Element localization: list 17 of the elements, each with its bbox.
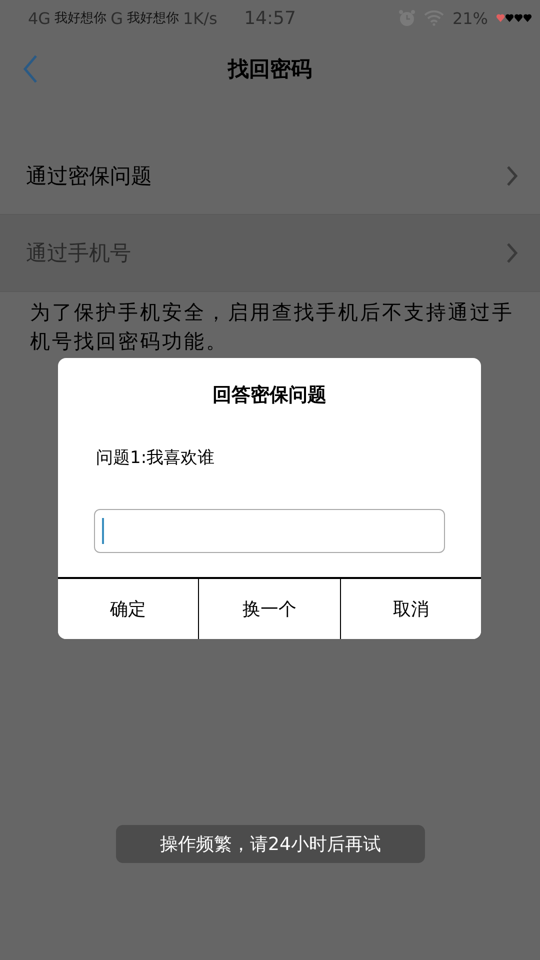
chevron-icon [506, 242, 518, 264]
notice-text: 为了保护手机安全，启用查找手机后不支持通过手机号找回密码功能。 [30, 299, 515, 355]
dialog-title: 回答密保问题 [212, 383, 328, 408]
notification-text: 我好想你 [126, 10, 179, 27]
answer-field[interactable] [94, 509, 445, 553]
page-title: 找回密码 [228, 56, 312, 83]
battery-text: 21% [452, 8, 488, 28]
status-text: 1K/s [182, 8, 218, 28]
notification-text: 我好想你 [54, 10, 107, 27]
question-text: 问题1:我喜欢谁 [96, 447, 216, 469]
chevron-icon [506, 165, 518, 187]
toast-message: 操作频繁，请24小时后再试 [116, 825, 425, 863]
status-time: 14:57 [244, 8, 296, 28]
hearts-icon [496, 13, 532, 23]
dialog-button[interactable]: 取消 [340, 579, 481, 639]
status-text: 4G [28, 8, 51, 28]
status-text: G [110, 8, 123, 28]
